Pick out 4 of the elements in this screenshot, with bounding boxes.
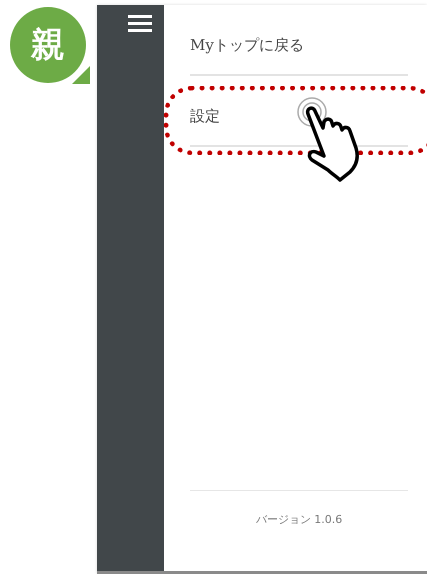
version-text: バージョン 1.0.6: [256, 512, 342, 527]
menu-item[interactable]: 設定: [190, 107, 220, 125]
menu-item[interactable]: Myトップに戻る: [190, 36, 304, 54]
menu-icon[interactable]: [128, 15, 152, 33]
